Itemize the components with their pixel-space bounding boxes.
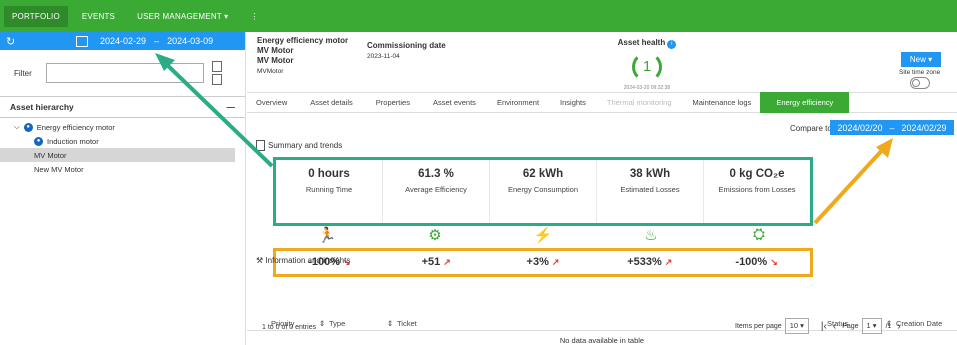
teal-arrow xyxy=(160,58,274,168)
annotation-arrows xyxy=(155,53,893,225)
orange-arrow xyxy=(813,144,888,225)
